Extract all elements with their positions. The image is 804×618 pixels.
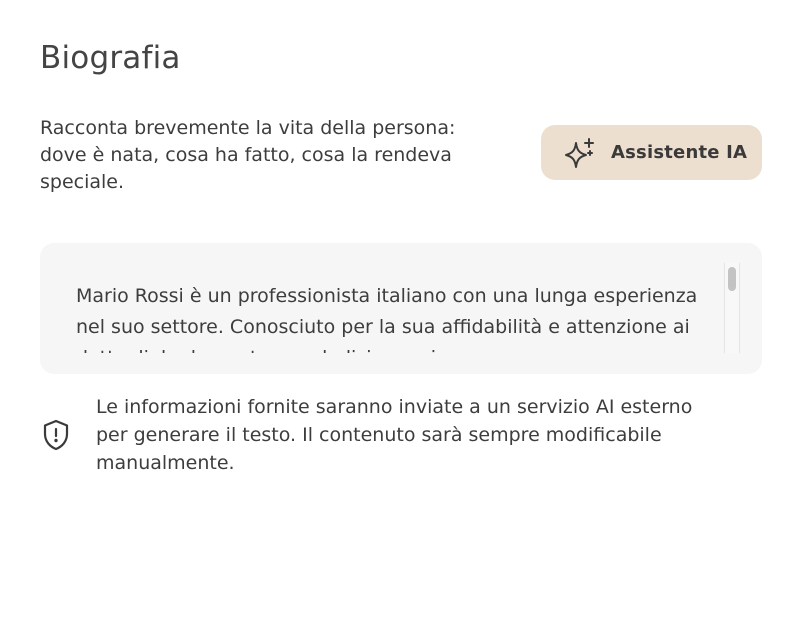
biography-section: Biografia Racconta brevemente la vita de… — [0, 0, 804, 618]
ai-assistant-button[interactable]: Assistente IA — [541, 125, 762, 180]
biography-text[interactable]: Mario Rossi è un professionista italiano… — [76, 281, 726, 353]
textarea-scrollbar[interactable] — [724, 263, 740, 353]
section-title: Biografia — [40, 40, 181, 76]
sparkles-icon — [563, 136, 597, 170]
notice-text: Le informazioni fornite saranno inviate … — [96, 396, 693, 474]
scrollbar-thumb[interactable] — [728, 267, 736, 291]
section-description: Racconta brevemente la vita della person… — [40, 117, 456, 193]
ai-privacy-notice: Le informazioni fornite saranno inviate … — [40, 393, 770, 477]
ai-assistant-label: Assistente IA — [611, 142, 748, 163]
biography-textarea[interactable]: Mario Rossi è un professionista italiano… — [40, 243, 762, 374]
shield-alert-icon — [40, 417, 72, 453]
